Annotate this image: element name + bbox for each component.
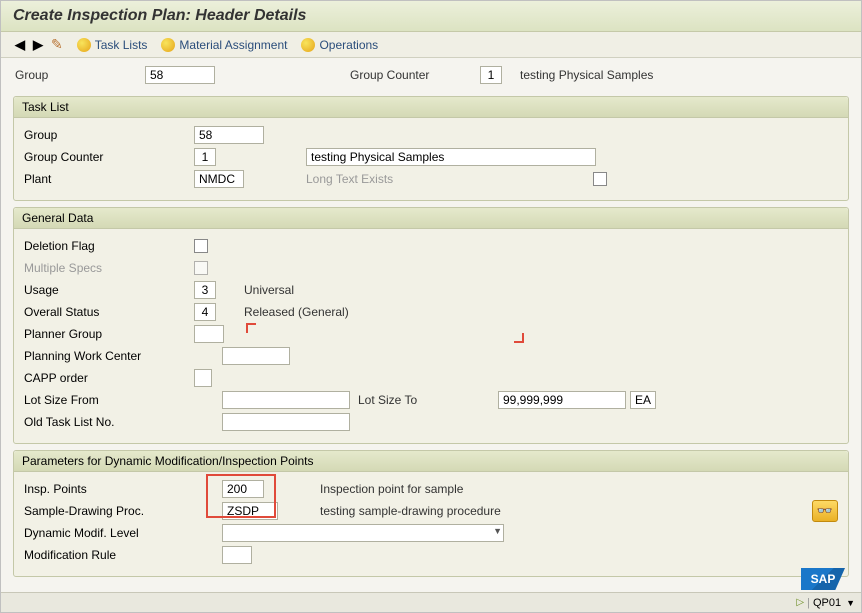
separator: | [807,597,810,609]
dynamic-modif-label: Dynamic Modif. Level [24,526,194,540]
parameters-panel-header: Parameters for Dynamic Modification/Insp… [14,451,848,472]
general-data-panel-header: General Data [14,208,848,229]
modification-rule-label: Modification Rule [24,548,194,562]
planning-work-center-label: Planning Work Center [24,349,194,363]
capp-order-input[interactable] [194,369,212,387]
group-counter-desc: testing Physical Samples [520,68,653,82]
sap-logo: SAP [801,568,845,590]
header-row: Group Group Counter testing Physical Sam… [1,58,861,92]
task-lists-icon [77,38,91,52]
overall-status-desc: Released (General) [244,305,349,319]
bracket-br-icon [514,333,524,343]
overall-status-input[interactable] [194,303,216,321]
dynamic-modif-dropdown[interactable]: ▼ [222,524,504,542]
lot-size-from-input[interactable] [222,391,350,409]
general-data-panel: General Data Deletion Flag Multiple Spec… [13,207,849,444]
dynamic-modif-input[interactable] [222,524,504,542]
planner-group-label: Planner Group [24,327,194,341]
insp-points-label: Insp. Points [24,482,194,496]
toolbar: ◀ ▶ ✎ Task Lists Material Assignment Ope… [1,32,861,58]
task-list-panel-header: Task List [14,97,848,118]
tl-long-text-checkbox[interactable] [593,172,607,186]
material-assignment-button[interactable]: Material Assignment [161,38,287,52]
glasses-button[interactable]: 👓 [812,500,838,522]
modification-rule-input[interactable] [222,546,252,564]
tl-group-counter-label: Group Counter [24,150,194,164]
usage-desc: Universal [244,283,294,297]
operations-button[interactable]: Operations [301,38,378,52]
parameters-panel: Parameters for Dynamic Modification/Insp… [13,450,849,577]
material-assignment-icon [161,38,175,52]
bracket-tl-icon [246,323,256,333]
sample-drawing-input[interactable] [222,502,278,520]
task-list-panel: Task List Group Group Counter Plant Long… [13,96,849,201]
task-lists-button[interactable]: Task Lists [77,38,148,52]
task-lists-label: Task Lists [95,38,148,52]
deletion-flag-label: Deletion Flag [24,239,194,253]
multiple-specs-label: Multiple Specs [24,261,194,275]
tl-group-label: Group [24,128,194,142]
statusbar: ▷ | QP01 ▼ [1,592,861,612]
status-play-icon[interactable]: ▷ [796,597,804,608]
edit-pencil-icon[interactable]: ✎ [51,36,63,53]
insp-points-desc: Inspection point for sample [320,482,463,496]
usage-label: Usage [24,283,194,297]
lot-size-to-label: Lot Size To [358,393,498,407]
nav-group: ◀ ▶ ✎ [15,36,63,53]
old-task-list-no-label: Old Task List No. [24,415,194,429]
transaction-code: QP01 [813,597,841,609]
operations-label: Operations [319,38,378,52]
group-input[interactable] [145,66,215,84]
sample-drawing-desc: testing sample-drawing procedure [320,504,501,518]
operations-icon [301,38,315,52]
page-title: Create Inspection Plan: Header Details [13,7,306,24]
lot-unit-input[interactable] [630,391,656,409]
tl-plant-input[interactable] [194,170,244,188]
deletion-flag-checkbox[interactable] [194,239,208,253]
group-label: Group [15,68,135,82]
tl-plant-label: Plant [24,172,194,186]
usage-input[interactable] [194,281,216,299]
title-bar: Create Inspection Plan: Header Details [1,1,861,32]
multiple-specs-checkbox [194,261,208,275]
insp-points-input[interactable] [222,480,264,498]
tl-long-text-label: Long Text Exists [306,172,393,186]
tl-desc-input[interactable] [306,148,596,166]
overall-status-label: Overall Status [24,305,194,319]
material-assignment-label: Material Assignment [179,38,287,52]
planning-work-center-input[interactable] [222,347,290,365]
sample-drawing-label: Sample-Drawing Proc. [24,504,194,518]
lot-size-from-label: Lot Size From [24,393,194,407]
tl-group-input[interactable] [194,126,264,144]
forward-arrow-icon[interactable]: ▶ [33,37,43,53]
group-counter-label: Group Counter [350,68,470,82]
planner-group-input[interactable] [194,325,224,343]
old-task-list-no-input[interactable] [222,413,350,431]
group-counter-input[interactable] [480,66,502,84]
back-arrow-icon[interactable]: ◀ [15,37,25,53]
dropdown-marker-icon[interactable]: ▼ [846,598,855,608]
tl-group-counter-input[interactable] [194,148,216,166]
lot-size-to-input[interactable] [498,391,626,409]
capp-order-label: CAPP order [24,371,194,385]
